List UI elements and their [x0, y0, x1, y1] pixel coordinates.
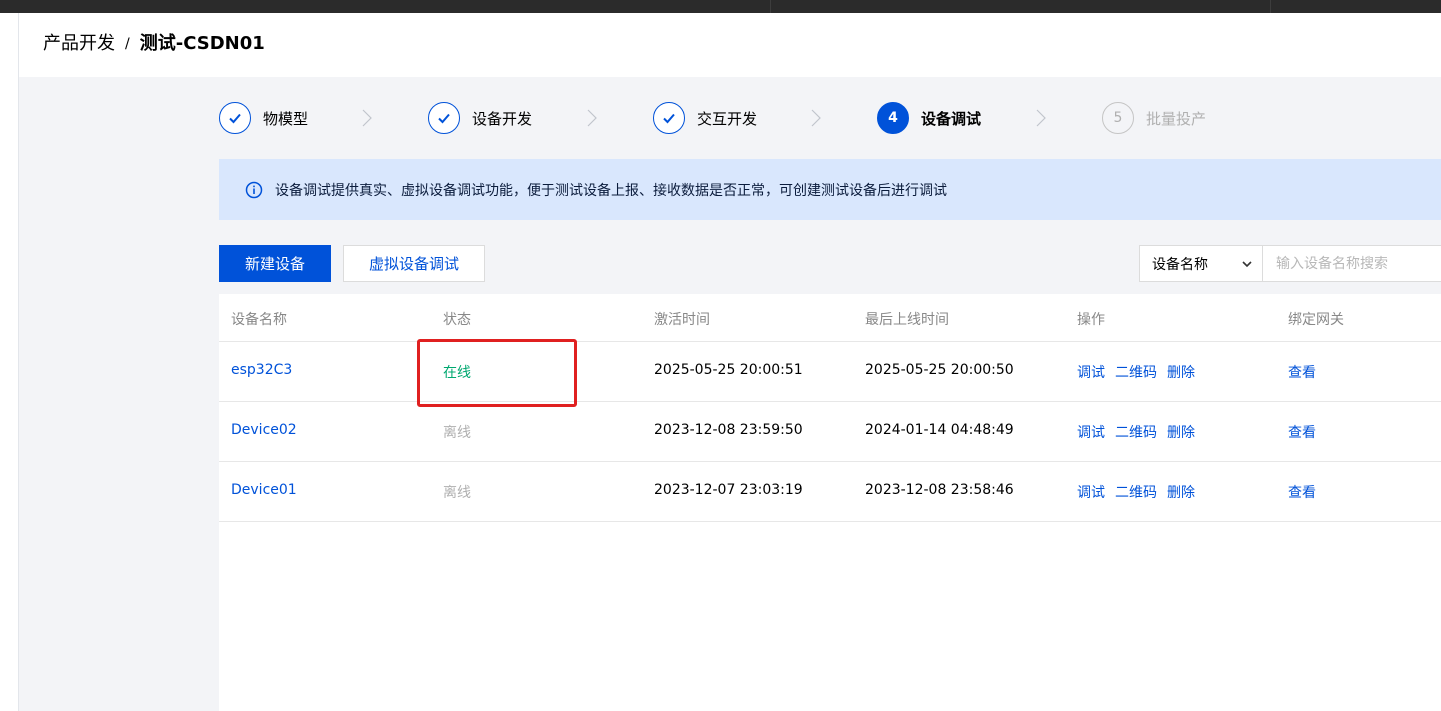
debug-link[interactable]: 调试 [1077, 422, 1105, 442]
status-badge: 离线 [443, 485, 471, 501]
qrcode-link[interactable]: 二维码 [1115, 482, 1157, 502]
step-item-device-debug[interactable]: 4 设备调试 [877, 100, 981, 136]
chevron-down-icon [1242, 261, 1252, 268]
notice-text: 设备调试提供真实、虚拟设备调试功能，便于测试设备上报、接收数据是否正常，可创建测… [275, 182, 947, 199]
top-window-bar [0, 0, 1441, 13]
activated-time: 2025-05-25 20:00:51 [654, 362, 803, 378]
device-name-link[interactable]: Device02 [231, 422, 297, 438]
left-sidebar [0, 13, 19, 711]
chevron-right-icon [1036, 109, 1046, 127]
device-name-link[interactable]: esp32C3 [231, 362, 292, 378]
table-row: esp32C3 在线 2025-05-25 20:00:51 2025-05-2… [219, 342, 1441, 402]
row-actions: 调试 二维码 删除 [1077, 362, 1195, 382]
device-table: 设备名称 状态 激活时间 最后上线时间 操作 绑定网关 esp32C3 在线 2… [219, 294, 1441, 711]
virtual-debug-button[interactable]: 虚拟设备调试 [343, 245, 485, 282]
status-badge: 在线 [443, 365, 471, 381]
chevron-right-icon [587, 109, 597, 127]
last-online-time: 2025-05-25 20:00:50 [865, 362, 1014, 378]
top-bar-divider [770, 0, 771, 13]
breadcrumb-parent[interactable]: 产品开发 [43, 32, 115, 56]
check-icon [653, 102, 685, 134]
step-number-badge: 4 [877, 102, 909, 134]
last-online-time: 2023-12-08 23:58:46 [865, 482, 1014, 498]
activated-time: 2023-12-07 23:03:19 [654, 482, 803, 498]
search-input[interactable] [1262, 245, 1441, 282]
column-header-gateway: 绑定网关 [1288, 312, 1344, 328]
debug-link[interactable]: 调试 [1077, 362, 1105, 382]
chevron-right-icon [362, 109, 372, 127]
column-header-activated: 激活时间 [654, 312, 710, 328]
breadcrumb-separator: / [125, 36, 130, 52]
step-item-device-dev[interactable]: 设备开发 [428, 100, 532, 136]
step-label: 设备开发 [472, 109, 533, 128]
debug-link[interactable]: 调试 [1077, 482, 1105, 502]
table-header: 设备名称 状态 激活时间 最后上线时间 操作 绑定网关 [219, 294, 1441, 342]
step-progress: 物模型 设备开发 交互开发 4 设备调试 5 批量投产 [219, 100, 1441, 136]
view-gateway-link[interactable]: 查看 [1288, 422, 1316, 442]
search-field-value: 设备名称 [1152, 256, 1208, 273]
column-header-actions: 操作 [1077, 312, 1105, 328]
step-label: 批量投产 [1146, 109, 1207, 128]
step-label: 交互开发 [697, 109, 758, 128]
row-actions: 调试 二维码 删除 [1077, 482, 1195, 502]
view-gateway-link[interactable]: 查看 [1288, 362, 1316, 382]
qrcode-link[interactable]: 二维码 [1115, 422, 1157, 442]
status-badge: 离线 [443, 425, 471, 441]
page-header: 产品开发 / 测试-CSDN01 [19, 13, 1441, 77]
search-field-select[interactable]: 设备名称 [1139, 245, 1263, 282]
table-row: Device02 离线 2023-12-08 23:59:50 2024-01-… [219, 402, 1441, 462]
check-icon [219, 102, 251, 134]
column-header-name: 设备名称 [231, 312, 287, 328]
step-label: 物模型 [263, 109, 309, 128]
column-header-status: 状态 [443, 312, 471, 328]
column-header-last-online: 最后上线时间 [865, 312, 949, 328]
step-number-badge: 5 [1102, 102, 1134, 134]
chevron-right-icon [811, 109, 821, 127]
view-gateway-link[interactable]: 查看 [1288, 482, 1316, 502]
last-online-time: 2024-01-14 04:48:49 [865, 422, 1014, 438]
top-bar-divider [1270, 0, 1271, 13]
delete-link[interactable]: 删除 [1167, 362, 1195, 382]
step-item-thing-model[interactable]: 物模型 [219, 100, 308, 136]
info-notice: 设备调试提供真实、虚拟设备调试功能，便于测试设备上报、接收数据是否正常，可创建测… [219, 159, 1441, 220]
device-name-link[interactable]: Device01 [231, 482, 297, 498]
table-row: Device01 离线 2023-12-07 23:03:19 2023-12-… [219, 462, 1441, 522]
new-device-button[interactable]: 新建设备 [219, 245, 331, 282]
activated-time: 2023-12-08 23:59:50 [654, 422, 803, 438]
delete-link[interactable]: 删除 [1167, 422, 1195, 442]
step-item-batch-production[interactable]: 5 批量投产 [1102, 100, 1206, 136]
step-item-interaction-dev[interactable]: 交互开发 [653, 100, 757, 136]
row-actions: 调试 二维码 删除 [1077, 422, 1195, 442]
qrcode-link[interactable]: 二维码 [1115, 362, 1157, 382]
delete-link[interactable]: 删除 [1167, 482, 1195, 502]
breadcrumb-current: 测试-CSDN01 [139, 33, 265, 54]
check-icon [428, 102, 460, 134]
breadcrumb: 产品开发 / 测试-CSDN01 [43, 32, 265, 56]
step-label: 设备调试 [921, 109, 982, 128]
info-icon [245, 181, 263, 198]
